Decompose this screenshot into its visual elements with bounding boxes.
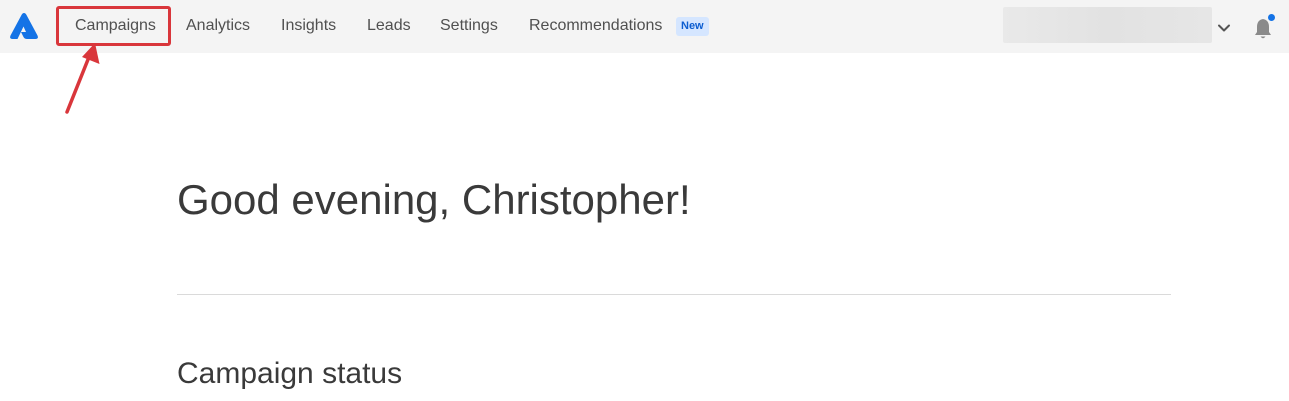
new-badge: New — [676, 17, 709, 36]
nav-item-campaigns[interactable]: Campaigns — [75, 16, 156, 36]
chevron-down-icon[interactable] — [1216, 20, 1232, 36]
notification-dot — [1268, 14, 1275, 21]
nav-item-recommendations[interactable]: Recommendations — [529, 16, 662, 36]
nav-item-settings[interactable]: Settings — [440, 16, 498, 36]
account-selector[interactable] — [1003, 7, 1212, 43]
nav-item-insights[interactable]: Insights — [281, 16, 336, 36]
top-navigation-bar: Campaigns Analytics Insights Leads Setti… — [0, 0, 1289, 53]
campaign-status-heading: Campaign status — [177, 357, 403, 390]
nav-item-leads[interactable]: Leads — [367, 16, 411, 36]
nav-item-analytics[interactable]: Analytics — [186, 16, 250, 36]
annotation-arrow-icon — [65, 43, 100, 114]
triangle-logo-icon[interactable] — [9, 12, 39, 40]
section-divider — [177, 294, 1171, 295]
greeting-heading: Good evening, Christopher! — [177, 176, 691, 223]
bell-icon[interactable] — [1252, 14, 1276, 40]
